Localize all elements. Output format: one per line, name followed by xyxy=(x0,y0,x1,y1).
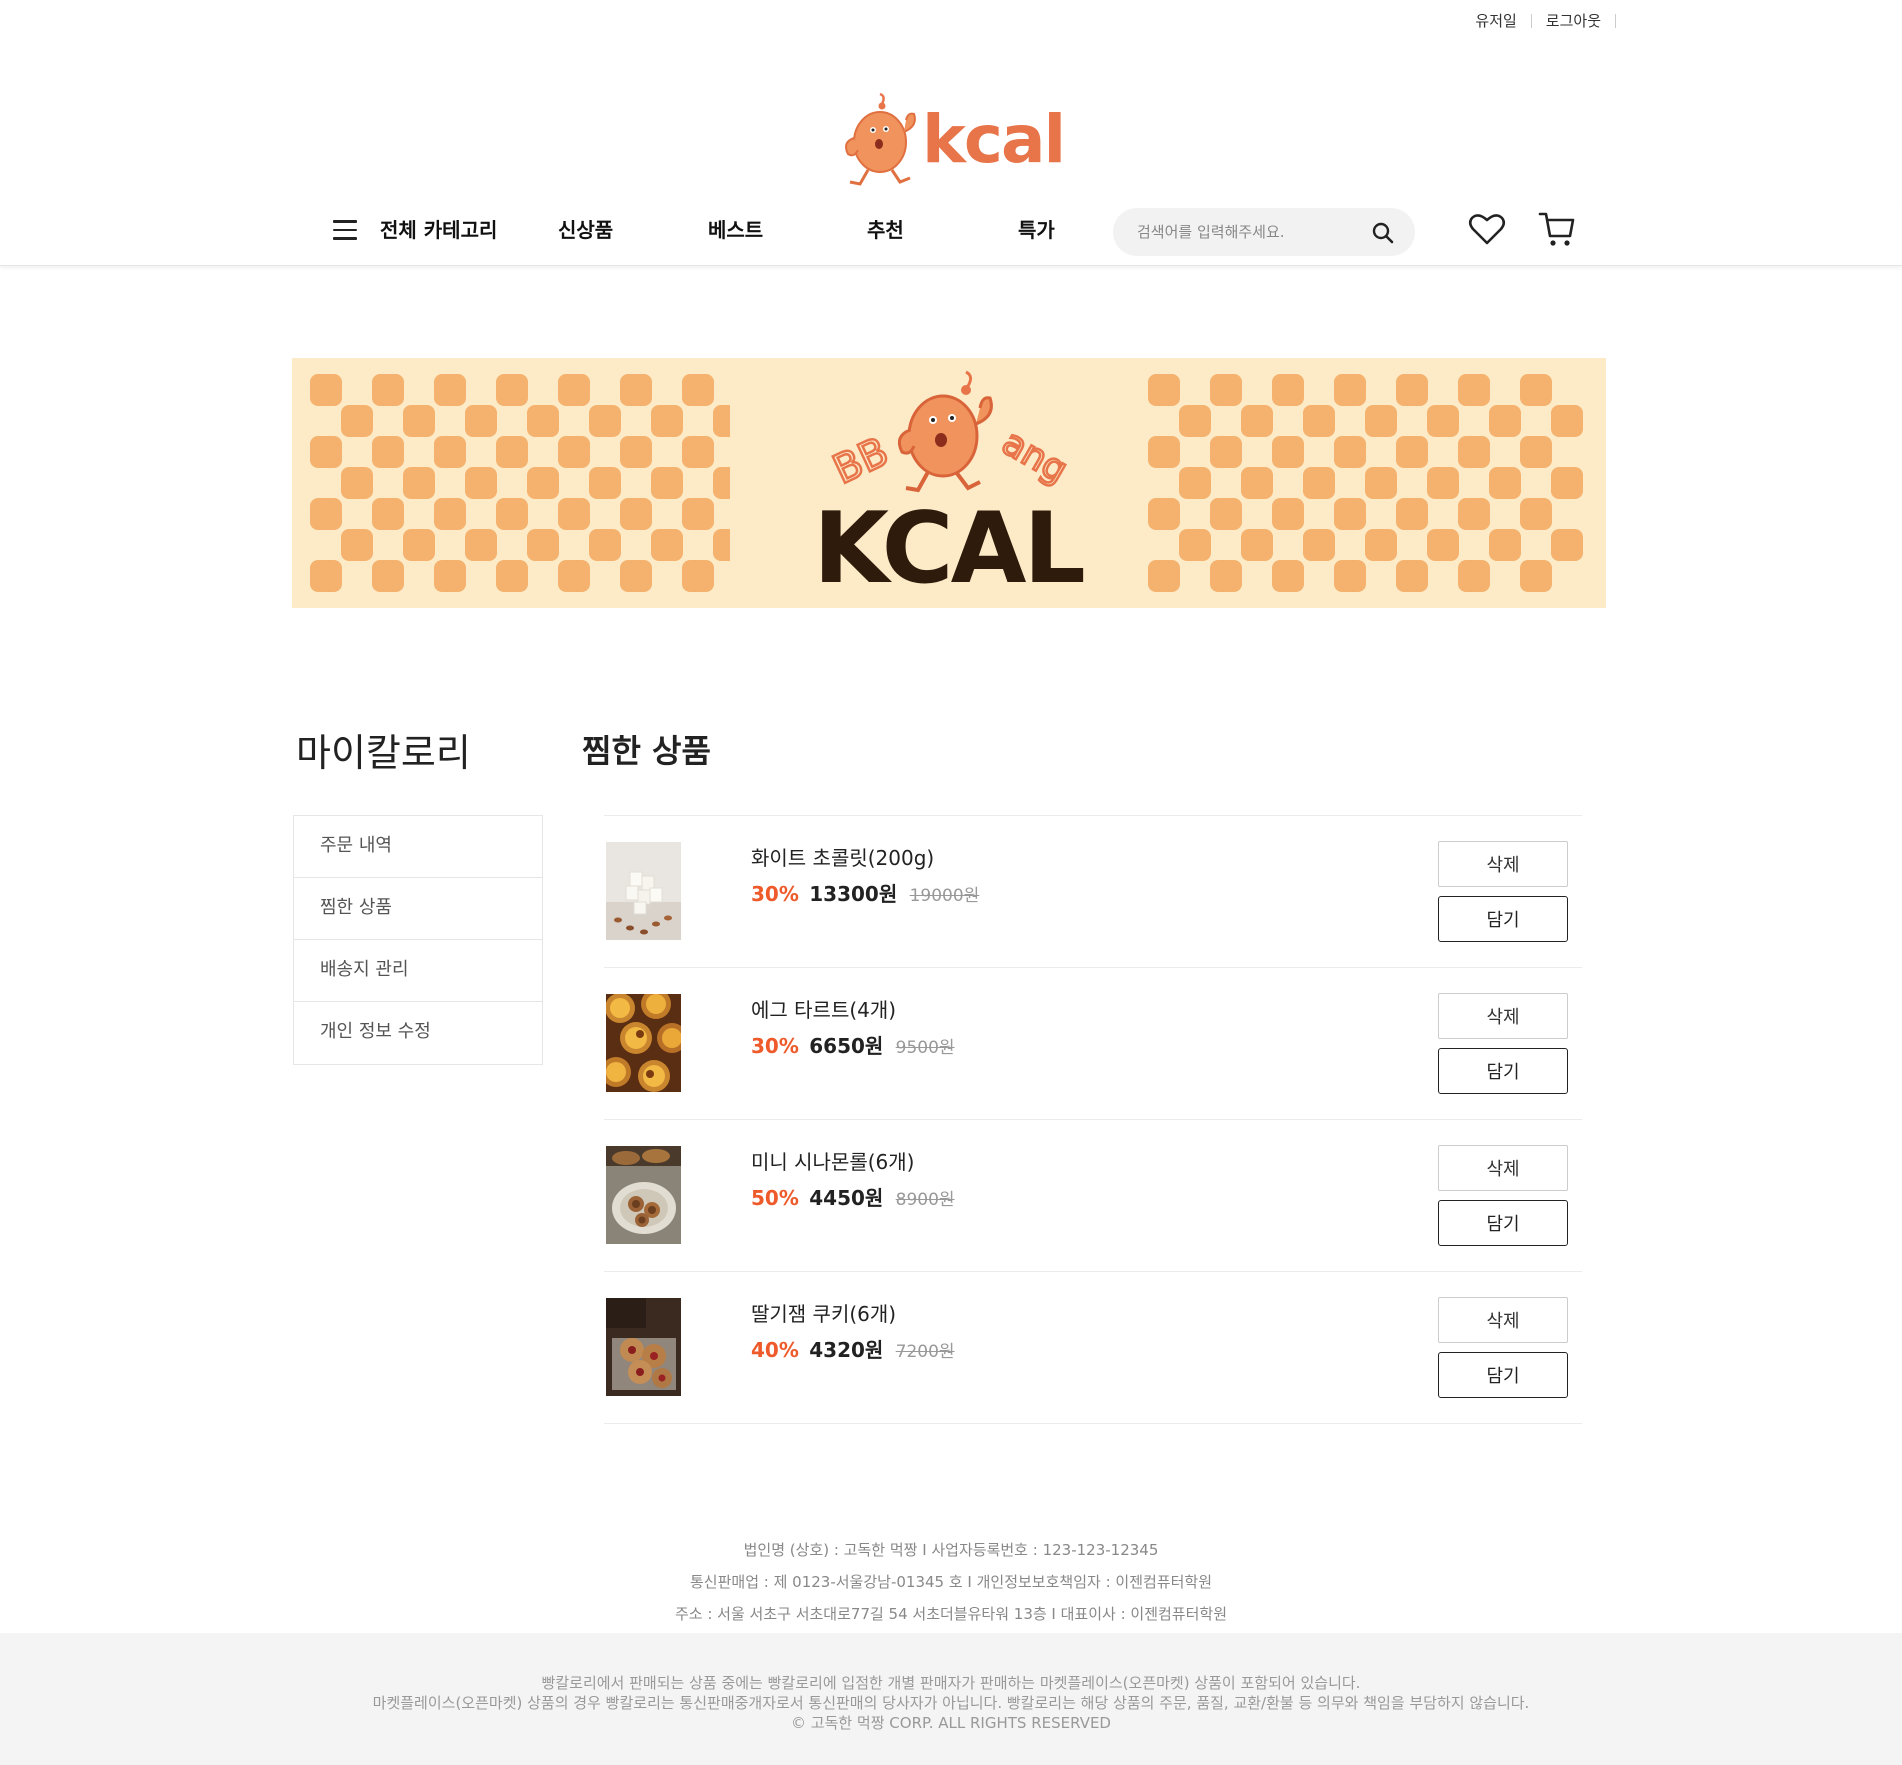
checker-pattern-left xyxy=(310,374,730,592)
discount-rate: 40% xyxy=(751,1338,799,1362)
copyright: © 고독한 먹짱 CORP. ALL RIGHTS RESERVED xyxy=(791,1714,1111,1732)
product-price: 30% 13300원 19000원 xyxy=(751,878,979,907)
search-box xyxy=(1113,208,1415,256)
delete-button[interactable]: 삭제 xyxy=(1438,1145,1568,1191)
original-price: 7200원 xyxy=(895,1342,955,1362)
footer-notice-line: 빵칼로리에서 판매되는 상품 중에는 빵칼로리에 입점한 개별 판매자가 판매하… xyxy=(541,1674,1361,1692)
list-item: 화이트 초콜릿(200g) 30% 13300원 19000원 삭제 담기 xyxy=(604,816,1582,968)
original-price: 8900원 xyxy=(895,1190,955,1210)
checker-pattern-right xyxy=(1148,374,1583,592)
sale-price: 4450원 xyxy=(809,1186,884,1210)
product-name[interactable]: 딸기잼 쿠키(6개) xyxy=(751,1298,896,1327)
original-price: 9500원 xyxy=(895,1038,955,1058)
sidebar-item-address[interactable]: 배송지 관리 xyxy=(294,940,542,1002)
add-to-cart-button[interactable]: 담기 xyxy=(1438,1200,1568,1246)
utility-bar: 유저일 로그아웃 xyxy=(1461,10,1616,31)
product-image-cinnamon-roll[interactable] xyxy=(606,1146,681,1244)
company-info-line: 법인명 (상호) : 고독한 먹짱 I 사업자등록번호 : 123-123-12… xyxy=(743,1541,1159,1559)
logo-wordmark: kcal xyxy=(922,101,1066,178)
banner-arc-left: BB xyxy=(826,429,895,494)
banner-arc-right: ang xyxy=(995,422,1074,491)
product-image-white-chocolate[interactable] xyxy=(606,842,681,940)
banner-logo: BB ang KCAL xyxy=(778,368,1118,598)
list-item: 딸기잼 쿠키(6개) 40% 4320원 7200원 삭제 담기 xyxy=(604,1272,1582,1424)
banner-mascot-icon: BB ang xyxy=(825,370,1076,495)
page-title: 찜한 상품 xyxy=(582,732,711,770)
product-name[interactable]: 에그 타르트(4개) xyxy=(751,994,896,1023)
sidebar-menu: 주문 내역 찜한 상품 배송지 관리 개인 정보 수정 xyxy=(293,815,543,1065)
company-info-line: 통신판매업 : 제 0123-서울강남-01345 호 I 개인정보보호책임자 … xyxy=(690,1573,1212,1591)
delete-button[interactable]: 삭제 xyxy=(1438,993,1568,1039)
wishlist: 화이트 초콜릿(200g) 30% 13300원 19000원 삭제 담기 에그… xyxy=(604,815,1582,1424)
company-info: 법인명 (상호) : 고독한 먹짱 I 사업자등록번호 : 123-123-12… xyxy=(0,1534,1902,1630)
product-image-jam-cookie[interactable] xyxy=(606,1298,681,1396)
logout-link[interactable]: 로그아웃 xyxy=(1532,10,1615,31)
divider xyxy=(1615,13,1616,28)
sale-price: 4320원 xyxy=(809,1338,884,1362)
footer-notice-line: 마켓플레이스(오픈마켓) 상품의 경우 빵칼로리는 통신판매중개자로서 통신판매… xyxy=(372,1694,1530,1712)
product-price: 40% 4320원 7200원 xyxy=(751,1334,955,1363)
nav-recommend[interactable]: 추천 xyxy=(867,214,904,243)
company-info-line: 주소 : 서울 서초구 서초대로77길 54 서초더블유타워 13층 I 대표이… xyxy=(674,1605,1228,1623)
sidebar-item-profile[interactable]: 개인 정보 수정 xyxy=(294,1002,542,1064)
original-price: 19000원 xyxy=(909,886,980,906)
nav-all-categories[interactable]: 전체 카테고리 xyxy=(380,214,497,243)
discount-rate: 50% xyxy=(751,1186,799,1210)
sidebar-title: 마이칼로리 xyxy=(296,731,471,775)
footer-notice: 빵칼로리에서 판매되는 상품 중에는 빵칼로리에 입점한 개별 판매자가 판매하… xyxy=(0,1633,1902,1765)
hamburger-icon[interactable] xyxy=(333,220,357,242)
heart-icon[interactable] xyxy=(1468,210,1506,248)
list-item: 미니 시나몬롤(6개) 50% 4450원 8900원 삭제 담기 xyxy=(604,1120,1582,1272)
hero-banner: BB ang KCAL xyxy=(292,358,1606,608)
banner-wordmark: KCAL xyxy=(813,492,1086,606)
sidebar-item-orders[interactable]: 주문 내역 xyxy=(294,816,542,878)
search-icon[interactable] xyxy=(1371,221,1395,245)
mascot-icon xyxy=(845,92,916,186)
cart-icon[interactable] xyxy=(1538,208,1576,248)
sale-price: 6650원 xyxy=(809,1034,884,1058)
search-input[interactable] xyxy=(1137,220,1367,244)
list-item: 에그 타르트(4개) 30% 6650원 9500원 삭제 담기 xyxy=(604,968,1582,1120)
main-nav: 전체 카테고리 신상품 베스트 추천 특가 xyxy=(0,206,1902,266)
product-price: 30% 6650원 9500원 xyxy=(751,1030,955,1059)
nav-new[interactable]: 신상품 xyxy=(558,214,613,243)
delete-button[interactable]: 삭제 xyxy=(1438,841,1568,887)
product-name[interactable]: 화이트 초콜릿(200g) xyxy=(751,842,934,871)
delete-button[interactable]: 삭제 xyxy=(1438,1297,1568,1343)
nav-best[interactable]: 베스트 xyxy=(708,214,763,243)
add-to-cart-button[interactable]: 담기 xyxy=(1438,896,1568,942)
site-logo[interactable]: kcal xyxy=(838,92,1082,188)
add-to-cart-button[interactable]: 담기 xyxy=(1438,1352,1568,1398)
product-image-egg-tart[interactable] xyxy=(606,994,681,1092)
sidebar-item-wishlist[interactable]: 찜한 상품 xyxy=(294,878,542,940)
discount-rate: 30% xyxy=(751,1034,799,1058)
sale-price: 13300원 xyxy=(809,882,898,906)
user-link[interactable]: 유저일 xyxy=(1461,10,1530,31)
product-name[interactable]: 미니 시나몬롤(6개) xyxy=(751,1146,915,1175)
discount-rate: 30% xyxy=(751,882,799,906)
nav-special[interactable]: 특가 xyxy=(1018,214,1055,243)
product-price: 50% 4450원 8900원 xyxy=(751,1182,955,1211)
add-to-cart-button[interactable]: 담기 xyxy=(1438,1048,1568,1094)
